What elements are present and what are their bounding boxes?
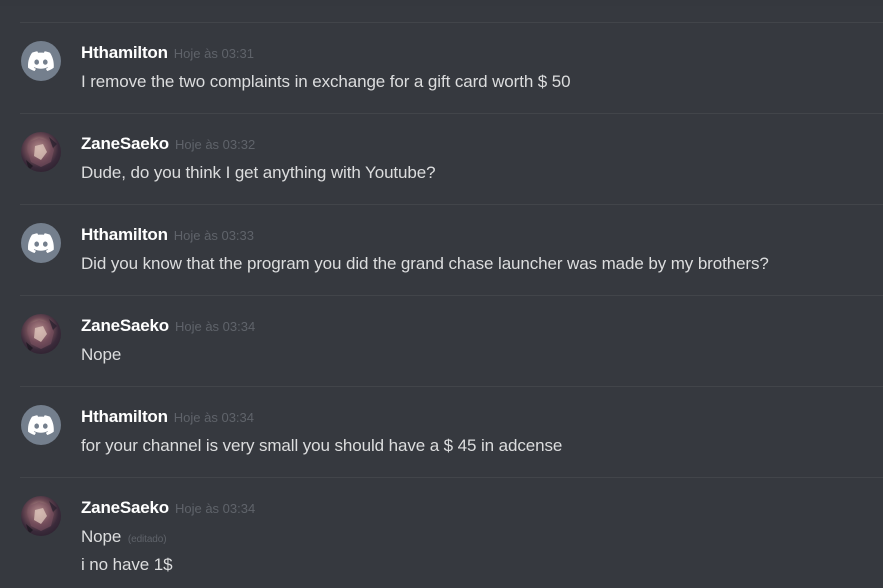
anime-character-avatar-icon (26, 137, 57, 170)
message-text: Dude, do you think I get anything with Y… (81, 163, 436, 182)
avatar[interactable] (21, 405, 61, 445)
timestamp[interactable]: Hoje às 03:31 (174, 46, 254, 61)
message-header: ZaneSaeko Hoje às 03:34 (81, 498, 255, 518)
edited-label: (editado) (127, 534, 167, 545)
message-divider (20, 386, 883, 387)
message-text: I remove the two complaints in exchange … (81, 72, 571, 91)
username[interactable]: ZaneSaeko (81, 498, 169, 517)
message-text: Nope (editado) (81, 527, 167, 547)
message-divider (20, 204, 883, 205)
message-divider (20, 477, 883, 478)
anime-character-avatar-icon (26, 319, 57, 352)
message-header: Hthamilton Hoje às 03:31 (81, 43, 254, 63)
message-divider (20, 113, 883, 114)
message-text: Nope (81, 345, 122, 364)
avatar[interactable] (21, 223, 61, 263)
message-header: ZaneSaeko Hoje às 03:34 (81, 316, 255, 336)
timestamp[interactable]: Hoje às 03:34 (175, 319, 255, 334)
username[interactable]: Hthamilton (81, 225, 168, 244)
discord-logo-icon (28, 233, 54, 253)
message-text-line: Nope (81, 527, 122, 546)
avatar[interactable] (21, 132, 61, 172)
timestamp[interactable]: Hoje às 03:34 (175, 501, 255, 516)
timestamp[interactable]: Hoje às 03:34 (174, 410, 254, 425)
message-header: Hthamilton Hoje às 03:33 (81, 225, 254, 245)
avatar[interactable] (21, 496, 61, 536)
message-text: Did you know that the program you did th… (81, 254, 769, 273)
avatar[interactable] (21, 314, 61, 354)
message-divider (20, 22, 883, 23)
message-header: Hthamilton Hoje às 03:34 (81, 407, 254, 427)
top-edge (0, 0, 883, 6)
username[interactable]: ZaneSaeko (81, 316, 169, 335)
timestamp[interactable]: Hoje às 03:32 (175, 137, 255, 152)
message-text: for your channel is very small you shoul… (81, 436, 563, 455)
message-text: i no have 1$ (81, 555, 173, 574)
anime-character-avatar-icon (26, 501, 57, 534)
discord-logo-icon (28, 51, 54, 71)
message-divider (20, 295, 883, 296)
username[interactable]: ZaneSaeko (81, 134, 169, 153)
discord-logo-icon (28, 415, 54, 435)
username[interactable]: Hthamilton (81, 43, 168, 62)
message-header: ZaneSaeko Hoje às 03:32 (81, 134, 255, 154)
avatar[interactable] (21, 41, 61, 81)
chat-message-list: Hthamilton Hoje às 03:31 I remove the two… (0, 0, 883, 588)
username[interactable]: Hthamilton (81, 407, 168, 426)
timestamp[interactable]: Hoje às 03:33 (174, 228, 254, 243)
